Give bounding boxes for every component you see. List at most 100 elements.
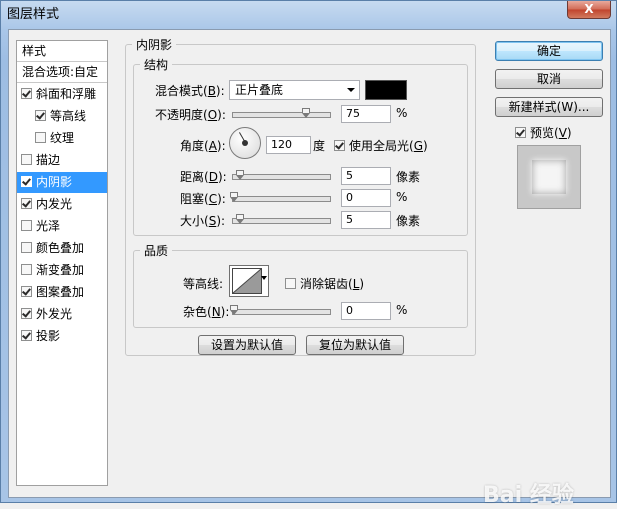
checkbox-icon[interactable] <box>21 308 32 319</box>
angle-unit: 度 <box>313 139 326 153</box>
style-item-label: 图案叠加 <box>36 285 85 299</box>
angle-label: 角度(A): <box>180 139 226 153</box>
layer-style-dialog: 图层样式 X 样式 混合选项:自定 斜面和浮雕 等高线 纹理 描边 内阴影 内发光 光泽 颜色… <box>0 0 617 508</box>
checkbox-icon[interactable] <box>21 154 32 165</box>
shadow-color-swatch[interactable] <box>365 80 407 100</box>
watermark: Bai 经验 <box>483 483 574 508</box>
dialog-body: 样式 混合选项:自定 斜面和浮雕 等高线 纹理 描边 内阴影 内发光 光泽 颜色叠加 渐变叠加图… <box>8 29 611 508</box>
checkbox-icon[interactable] <box>21 242 32 253</box>
style-item-label: 内阴影 <box>36 175 73 189</box>
preview-square <box>532 160 566 194</box>
style-item-label: 外发光 <box>36 307 73 321</box>
angle-dial[interactable] <box>229 127 261 159</box>
make-default-button[interactable]: 设置为默认值 <box>198 335 296 355</box>
preview-check-icon[interactable] <box>515 127 526 138</box>
style-item-label: 纹理 <box>50 131 75 145</box>
opacity-slider-thumb[interactable] <box>302 108 310 118</box>
style-preview-swatch <box>517 145 581 209</box>
chevron-down-icon <box>347 88 355 92</box>
choke-input[interactable]: 0 <box>341 189 391 207</box>
noise-unit: % <box>396 303 408 317</box>
structure-title: 结构 <box>144 58 169 72</box>
checkbox-icon[interactable] <box>21 176 32 187</box>
style-item-label: 投影 <box>36 329 61 343</box>
antialias-check-icon[interactable] <box>285 278 296 289</box>
blend-mode-select[interactable]: 正片叠底 <box>229 80 360 100</box>
style-item[interactable]: 光泽 <box>17 216 107 237</box>
angle-dial-hub <box>242 140 248 146</box>
noise-slider-thumb[interactable] <box>230 305 238 315</box>
style-item[interactable]: 图案叠加 <box>17 282 107 303</box>
style-item-label: 渐变叠加 <box>36 263 85 277</box>
noise-input[interactable]: 0 <box>341 302 391 320</box>
style-item[interactable]: 颜色叠加 <box>17 238 107 259</box>
choke-label: 阻塞(C): <box>180 192 226 206</box>
reset-default-button[interactable]: 复位为默认值 <box>306 335 404 355</box>
antialias-checkbox[interactable]: 消除锯齿(L) <box>285 275 364 292</box>
styles-list: 样式 混合选项:自定 斜面和浮雕等高线纹理描边内阴影内发光光泽颜色叠加渐变叠加图… <box>16 40 108 486</box>
checkbox-icon[interactable] <box>35 132 46 143</box>
choke-slider-thumb[interactable] <box>230 192 238 202</box>
checkbox-icon[interactable] <box>21 88 32 99</box>
window-title: 图层样式 <box>7 7 60 22</box>
blend-options-item[interactable]: 混合选项:自定 <box>17 62 107 83</box>
inner-shadow-title: 内阴影 <box>136 38 173 52</box>
checkbox-icon[interactable] <box>21 264 32 275</box>
global-light-check-icon[interactable] <box>334 140 345 151</box>
cancel-button[interactable]: 取消 <box>495 69 603 89</box>
preview-checkbox[interactable]: 预览(V) <box>515 124 572 141</box>
size-slider[interactable] <box>232 214 331 224</box>
choke-unit: % <box>396 190 408 204</box>
checkbox-icon[interactable] <box>21 198 32 209</box>
distance-slider-thumb[interactable] <box>236 170 244 180</box>
close-button[interactable]: X <box>567 1 611 19</box>
blend-mode-value: 正片叠底 <box>235 83 284 97</box>
contour-picker[interactable] <box>229 265 269 297</box>
opacity-slider[interactable] <box>232 108 331 118</box>
opacity-input[interactable]: 75 <box>341 105 391 123</box>
style-item[interactable]: 等高线 <box>17 106 107 127</box>
angle-input[interactable]: 120 <box>266 136 311 154</box>
size-unit: 像素 <box>396 214 421 228</box>
opacity-label: 不透明度(O): <box>155 108 226 122</box>
contour-thumbnail <box>232 268 262 294</box>
style-item-label: 颜色叠加 <box>36 241 85 255</box>
noise-slider[interactable] <box>230 305 331 315</box>
distance-input[interactable]: 5 <box>341 167 391 185</box>
noise-label: 杂色(N): <box>183 305 230 319</box>
quality-title: 品质 <box>144 244 169 258</box>
new-style-button[interactable]: 新建样式(W)... <box>495 97 603 117</box>
style-item[interactable]: 外发光 <box>17 304 107 325</box>
checkbox-icon[interactable] <box>21 286 32 297</box>
distance-label: 距离(D): <box>180 170 227 184</box>
title-bar[interactable]: 图层样式 X <box>1 1 616 22</box>
opacity-unit: % <box>396 106 408 120</box>
size-label: 大小(S): <box>180 214 226 228</box>
contour-curve-icon <box>233 269 261 293</box>
style-item-label: 斜面和浮雕 <box>36 87 97 101</box>
style-item[interactable]: 投影 <box>17 326 107 347</box>
style-item[interactable]: 纹理 <box>17 128 107 149</box>
style-item-label: 内发光 <box>36 197 73 211</box>
choke-slider[interactable] <box>230 192 331 202</box>
style-item[interactable]: 内发光 <box>17 194 107 215</box>
style-item-label: 描边 <box>36 153 61 167</box>
checkbox-icon[interactable] <box>21 330 32 341</box>
contour-label: 等高线: <box>183 277 224 291</box>
style-item-label: 等高线 <box>50 109 87 123</box>
style-item[interactable]: 内阴影 <box>17 172 107 193</box>
global-light-checkbox[interactable]: 使用全局光(G) <box>334 137 428 154</box>
blend-mode-label: 混合模式(B): <box>155 84 225 98</box>
size-input[interactable]: 5 <box>341 211 391 229</box>
styles-header[interactable]: 样式 <box>17 41 107 62</box>
style-item[interactable]: 描边 <box>17 150 107 171</box>
size-slider-thumb[interactable] <box>236 214 244 224</box>
checkbox-icon[interactable] <box>21 220 32 231</box>
distance-unit: 像素 <box>396 170 421 184</box>
checkbox-icon[interactable] <box>35 110 46 121</box>
style-item[interactable]: 斜面和浮雕 <box>17 84 107 105</box>
style-item[interactable]: 渐变叠加 <box>17 260 107 281</box>
distance-slider[interactable] <box>232 170 331 180</box>
ok-button[interactable]: 确定 <box>495 41 603 61</box>
style-item-label: 光泽 <box>36 219 61 233</box>
